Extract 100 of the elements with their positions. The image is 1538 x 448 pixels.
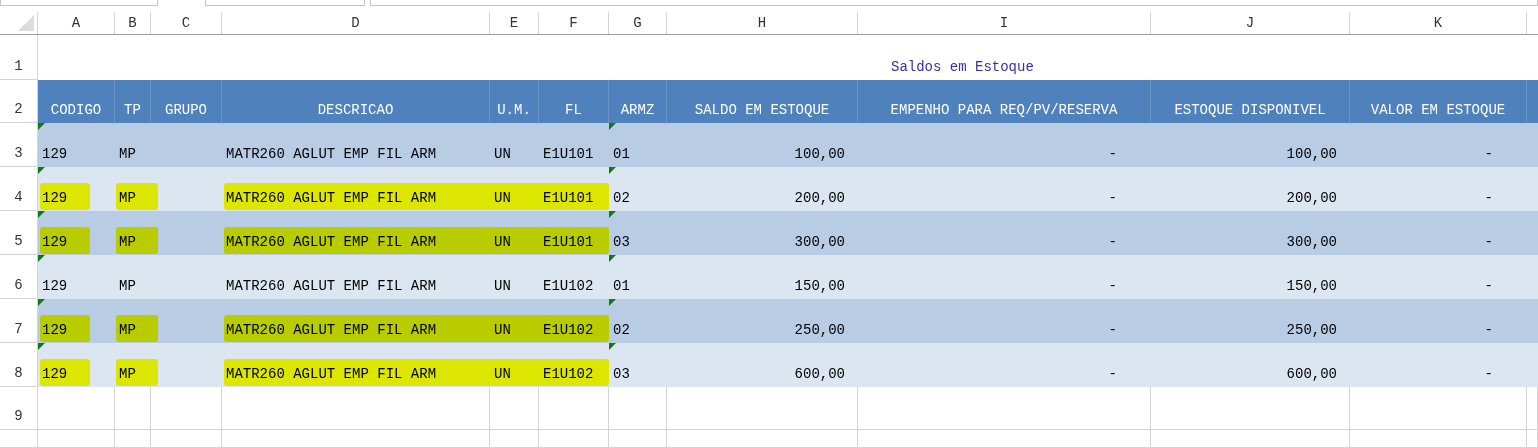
column-header[interactable]: H (667, 12, 858, 34)
name-box-field[interactable] (0, 0, 158, 6)
column-header[interactable]: E (490, 12, 539, 34)
column-heading: EMPENHO PARA REQ/PV/RESERVA (858, 80, 1151, 123)
table-cell: 200,00 (1151, 167, 1350, 211)
row-header[interactable]: 4 (0, 167, 38, 211)
row-header[interactable]: 8 (0, 343, 38, 387)
row-header[interactable]: 6 (0, 255, 38, 299)
empty-cell[interactable] (115, 430, 151, 448)
empty-cell[interactable] (151, 430, 222, 448)
table-cell: 03 (609, 211, 667, 255)
table-cell: - (1350, 255, 1527, 299)
table-cell: 100,00 (1151, 123, 1350, 167)
empty-cell[interactable] (490, 430, 539, 448)
table-cell: - (1350, 123, 1527, 167)
error-indicator-icon[interactable] (38, 343, 45, 350)
column-heading: GRUPO (151, 80, 222, 123)
table-cell: 300,00 (1151, 211, 1350, 255)
empty-cell[interactable] (38, 430, 115, 448)
error-indicator-icon[interactable] (609, 255, 616, 262)
empty-cell[interactable] (609, 387, 667, 430)
table-cell: 600,00 (1151, 343, 1350, 387)
empty-cell[interactable] (1151, 430, 1350, 448)
table-cell: 129 (38, 255, 115, 299)
empty-cell[interactable] (1527, 430, 1538, 448)
empty-cell[interactable] (1151, 387, 1350, 430)
column-heading: CODIGO (38, 80, 115, 123)
column-header[interactable]: C (151, 12, 222, 34)
table-cell: 300,00 (667, 211, 858, 255)
column-header[interactable]: D (222, 12, 490, 34)
row-band (1527, 343, 1538, 387)
empty-cell[interactable] (490, 387, 539, 430)
table-cell: MATR260 AGLUT EMP FIL ARM (222, 123, 490, 167)
error-indicator-icon[interactable] (38, 255, 45, 262)
sheet-title: Saldos em Estoque (891, 58, 1034, 77)
table-cell: - (1350, 167, 1527, 211)
error-indicator-icon[interactable] (38, 299, 45, 306)
table-cell: 100,00 (667, 123, 858, 167)
table-cell: - (858, 211, 1151, 255)
column-header[interactable]: J (1151, 12, 1350, 34)
table-cell: - (858, 255, 1151, 299)
error-indicator-icon[interactable] (38, 211, 45, 218)
column-header[interactable]: A (38, 12, 115, 34)
row-header[interactable]: 3 (0, 123, 38, 167)
empty-cell[interactable] (151, 387, 222, 430)
table-cell: 600,00 (667, 343, 858, 387)
table-cell: 250,00 (667, 299, 858, 343)
column-header[interactable]: K (1350, 12, 1527, 34)
column-heading: U.M. (490, 80, 539, 123)
table-cell: 150,00 (667, 255, 858, 299)
table-cell: 03 (609, 343, 667, 387)
empty-cell[interactable] (222, 387, 490, 430)
table-cell: E1U101 (539, 123, 609, 167)
empty-cell[interactable] (539, 387, 609, 430)
table-cell: 01 (609, 123, 667, 167)
table-cell: - (858, 343, 1151, 387)
row-header[interactable]: 7 (0, 299, 38, 343)
empty-cell[interactable] (1350, 387, 1527, 430)
empty-cell[interactable] (609, 430, 667, 448)
empty-cell[interactable] (667, 430, 858, 448)
row-band (1527, 123, 1538, 167)
column-heading: VALOR EM ESTOQUE (1350, 80, 1527, 123)
empty-cell[interactable] (1350, 430, 1527, 448)
error-indicator-icon[interactable] (609, 167, 616, 174)
table-cell: - (858, 123, 1151, 167)
column-header[interactable]: I (858, 12, 1151, 34)
table-cell: E1U102 (539, 255, 609, 299)
table-cell (151, 211, 222, 255)
table-cell: - (1350, 299, 1527, 343)
column-heading: ESTOQUE DISPONIVEL (1151, 80, 1350, 123)
empty-cell[interactable] (858, 430, 1151, 448)
row-header[interactable]: 5 (0, 211, 38, 255)
row-header[interactable]: 1 (0, 35, 38, 80)
table-cell: 200,00 (667, 167, 858, 211)
row-header[interactable] (0, 430, 38, 448)
error-indicator-icon[interactable] (609, 343, 616, 350)
empty-cell[interactable] (222, 430, 490, 448)
column-heading: DESCRICAO (222, 80, 490, 123)
empty-cell[interactable] (667, 387, 858, 430)
table-cell: 02 (609, 167, 667, 211)
error-indicator-icon[interactable] (609, 211, 616, 218)
column-heading: ARMZ (609, 80, 667, 123)
toolbar-field[interactable] (205, 0, 365, 6)
table-cell (151, 167, 222, 211)
error-indicator-icon[interactable] (609, 299, 616, 306)
column-header[interactable]: F (539, 12, 609, 34)
row-header[interactable]: 9 (0, 387, 38, 430)
table-cell: 150,00 (1151, 255, 1350, 299)
error-indicator-icon[interactable] (38, 123, 45, 130)
table-cell: MP (115, 255, 151, 299)
empty-cell[interactable] (858, 387, 1151, 430)
formula-bar-field[interactable] (370, 0, 1538, 6)
error-indicator-icon[interactable] (609, 123, 616, 130)
error-indicator-icon[interactable] (38, 167, 45, 174)
column-header[interactable]: G (609, 12, 667, 34)
table-cell: 250,00 (1151, 299, 1350, 343)
column-header[interactable]: B (115, 12, 151, 34)
header-band (1527, 80, 1538, 123)
row-header[interactable]: 2 (0, 80, 38, 123)
empty-cell[interactable] (539, 430, 609, 448)
